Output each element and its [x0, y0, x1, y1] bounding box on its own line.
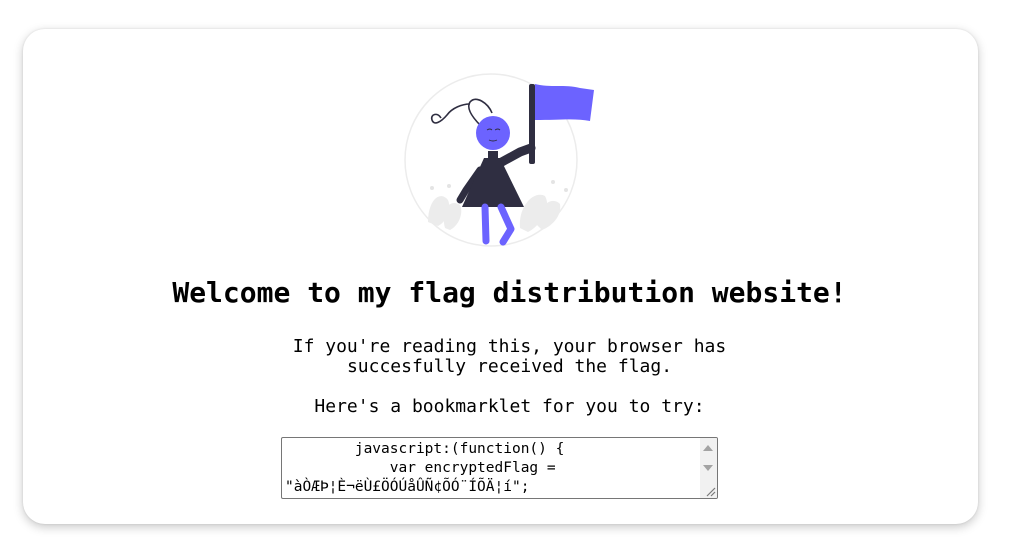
flag-person-illustration	[404, 73, 594, 247]
bookmarklet-code[interactable]: javascript:(function() { var encryptedFl…	[282, 438, 702, 498]
message-line-1: If you're reading this, your browser has	[292, 336, 727, 357]
head-icon	[476, 116, 510, 150]
bookmarklet-intro: Here's a bookmarklet for you to try:	[314, 396, 705, 417]
bookmarklet-textarea[interactable]: javascript:(function() { var encryptedFl…	[281, 437, 718, 499]
scroll-up-arrow-icon[interactable]	[703, 445, 713, 451]
message-line-2: succesfully received the flag.	[346, 356, 673, 377]
page-title: Welcome to my flag distribution website!	[172, 276, 847, 309]
scroll-down-arrow-icon[interactable]	[703, 465, 713, 471]
resize-handle-icon[interactable]	[704, 485, 716, 497]
